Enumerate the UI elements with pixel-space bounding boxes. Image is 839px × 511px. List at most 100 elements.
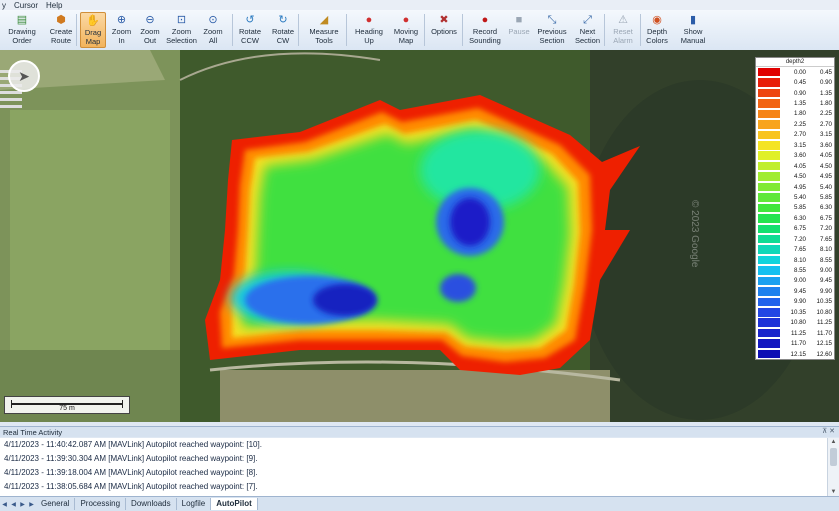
legend-range-to: 9.45	[819, 277, 832, 285]
legend-range-to: 10.80	[816, 308, 832, 316]
legend-range-to: 3.15	[819, 131, 832, 139]
ribbon-button-label: Show	[683, 27, 703, 36]
ribbon-button-zoom-all[interactable]: ⊙ Zoom All	[200, 12, 226, 48]
scroll-thumb[interactable]	[830, 448, 837, 466]
ribbon-button-label-line2: Alarm	[613, 36, 633, 45]
legend-range-from: 6.75	[793, 225, 806, 233]
legend-range-to: 8.55	[819, 256, 832, 264]
tab-processing[interactable]: Processing	[75, 498, 127, 510]
ribbon-button-label: Create	[49, 27, 73, 36]
legend-range-from: 11.70	[790, 340, 806, 348]
ribbon-button-pause[interactable]: ■ Pause	[508, 12, 530, 48]
ribbon-separator	[298, 14, 299, 46]
legend-row: 0.45 0.90	[756, 77, 834, 87]
tab-downloads[interactable]: Downloads	[126, 498, 177, 510]
ribbon-button-label-line2: In	[118, 36, 125, 45]
legend-row: 7.20 7.65	[756, 234, 834, 244]
ribbon-button-moving-map[interactable]: ● Moving Map	[390, 12, 422, 48]
bottom-tab-bar: ◀ ◀ ▶ ▶ General Processing Downloads Logfil…	[0, 496, 839, 511]
zoom-all-icon: ⊙	[208, 14, 218, 26]
ribbon-button-zoom-selection[interactable]: ⊡ Zoom Selection	[165, 12, 198, 48]
tab-prev-icon[interactable]: ◀	[9, 501, 18, 508]
scroll-down-icon[interactable]: ▼	[828, 488, 839, 496]
ribbon-button-record-sounding[interactable]: ● Record Sounding	[465, 12, 505, 48]
ribbon-button-label: Pause	[508, 27, 530, 36]
ribbon-toolbar: ▤ Drawing Order ⬢ Create Route ✋ Drag Map ⊕ Zoom In…	[0, 10, 839, 51]
legend-swatch	[758, 99, 780, 108]
legend-row: 9.45 9.90	[756, 286, 834, 296]
ribbon-button-heading-up[interactable]: ● Heading Up	[352, 12, 386, 48]
heading-up-icon: ●	[365, 14, 373, 26]
ribbon-button-drawing-order[interactable]: ▤ Drawing Order	[2, 12, 42, 48]
activity-scrollbar[interactable]: ▲ ▼	[827, 438, 839, 496]
scroll-up-icon[interactable]: ▲	[828, 438, 839, 446]
legend-range-to: 2.25	[819, 110, 832, 118]
legend-range-to: 6.30	[819, 204, 832, 212]
tab-last-icon[interactable]: ▶	[27, 501, 36, 508]
ribbon-separator	[346, 14, 347, 46]
legend-swatch	[758, 130, 780, 140]
tab-next-icon[interactable]: ▶	[18, 501, 27, 508]
legend-range-from: 2.70	[793, 131, 806, 139]
tab-first-icon[interactable]: ◀	[0, 501, 9, 508]
menu-item-help[interactable]: Help	[46, 1, 62, 10]
legend-range-to: 11.25	[816, 319, 832, 327]
ribbon-button-reset-alarm[interactable]: ⚠ Reset Alarm	[610, 12, 636, 48]
legend-row: 1.35 1.80	[756, 98, 834, 108]
legend-row: 4.50 4.95	[756, 171, 834, 181]
zoom-selection-icon: ⊡	[176, 14, 187, 26]
legend-range-from: 4.05	[793, 162, 806, 170]
ribbon-button-zoom-out[interactable]: ⊖ Zoom Out	[137, 12, 163, 48]
ribbon-button-depth-colors[interactable]: ◉ Depth Colors	[642, 12, 672, 48]
ribbon-button-drag-map[interactable]: ✋ Drag Map	[80, 12, 106, 48]
legend-row: 4.05 4.50	[756, 161, 834, 171]
pause-icon: ■	[515, 14, 523, 26]
ribbon-separator	[462, 14, 463, 46]
satellite-map[interactable]	[0, 50, 839, 422]
ribbon-button-label: Depth	[646, 27, 667, 36]
legend-range-to: 5.40	[819, 183, 832, 191]
legend-range-to: 9.90	[819, 287, 832, 295]
ribbon-button-show-manual[interactable]: ▮ Show Manual	[678, 12, 708, 48]
ribbon-button-create-route[interactable]: ⬢ Create Route	[44, 12, 78, 48]
depth-zone-deepest-center	[450, 198, 490, 246]
ribbon-button-label: Previous	[537, 27, 567, 36]
legend-row: 4.95 5.40	[756, 182, 834, 192]
legend-range-from: 12.15	[790, 350, 806, 358]
tab-autopilot[interactable]: AutoPilot	[211, 498, 258, 510]
map-view[interactable]: ➤ 75 m © 2023 Google	[0, 50, 839, 422]
ribbon-button-label-line2: Section	[574, 36, 601, 45]
ribbon-button-previous-section[interactable]: ⤡ Previous Section	[536, 12, 568, 48]
tab-general[interactable]: General	[36, 498, 76, 510]
legend-row: 2.70 3.15	[756, 130, 834, 140]
legend-swatch	[758, 287, 780, 296]
legend-range-from: 4.50	[793, 173, 806, 181]
legend-range-from: 8.10	[793, 256, 806, 264]
ribbon-button-measure-tools[interactable]: ◢ Measure Tools	[304, 12, 344, 48]
legend-swatch	[758, 276, 780, 286]
depth-zone-deepest-south	[313, 284, 377, 316]
navigation-arrow-button[interactable]: ➤	[8, 60, 40, 92]
ribbon-button-next-section[interactable]: ⤢ Next Section	[571, 12, 604, 48]
tab-logfile[interactable]: Logfile	[177, 498, 212, 510]
menu-item-view[interactable]: y	[2, 1, 6, 10]
rotate-ccw-icon: ↺	[245, 14, 255, 26]
hand-icon: ✋	[86, 15, 100, 27]
ribbon-button-rotate-ccw[interactable]: ↺ Rotate CCW	[235, 12, 265, 48]
ribbon-button-rotate-cw[interactable]: ↻ Rotate CW	[267, 12, 299, 48]
ribbon-button-options[interactable]: ✖ Options	[427, 12, 461, 48]
legend-swatch	[758, 266, 780, 275]
ribbon-button-label: Heading	[355, 27, 383, 36]
ribbon-button-label-line2: Out	[143, 36, 157, 45]
legend-range-to: 3.60	[819, 141, 832, 149]
legend-range-from: 3.15	[793, 141, 806, 149]
legend-swatch	[758, 78, 780, 87]
menu-bar: y Cursor Help	[0, 0, 839, 10]
legend-swatch	[758, 161, 780, 171]
legend-row: 3.15 3.60	[756, 140, 834, 150]
legend-range-to: 4.50	[819, 162, 832, 170]
legend-row: 3.60 4.05	[756, 151, 834, 161]
menu-item-cursor[interactable]: Cursor	[14, 1, 38, 10]
ribbon-button-zoom-in[interactable]: ⊕ Zoom In	[108, 12, 135, 48]
panel-pin-close-icon[interactable]: ⊼ ✕	[822, 427, 835, 435]
